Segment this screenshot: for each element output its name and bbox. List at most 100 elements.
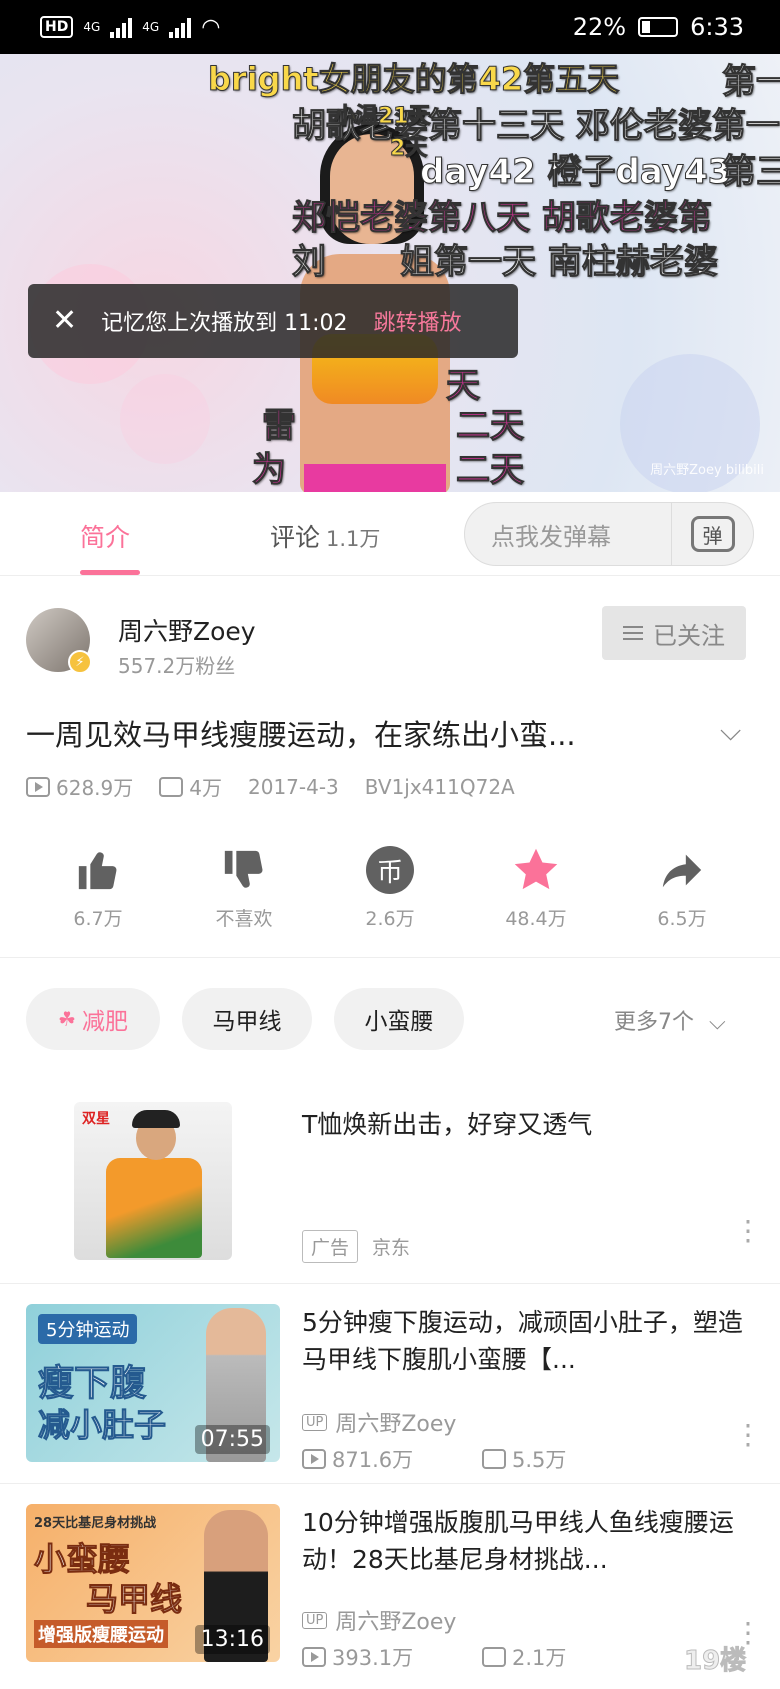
video-watermark: 周六野Zoey bilibili — [650, 463, 764, 478]
ad-thumbnail: 双星 — [74, 1102, 232, 1260]
cap-image — [132, 1110, 180, 1128]
danmaku-comment: 二天 — [456, 406, 525, 447]
video-title: 一周见效马甲线瘦腰运动，在家练出小蛮... — [26, 718, 576, 752]
tag-chip[interactable]: ☘ 减肥 — [26, 988, 160, 1050]
wifi-icon: ◠ — [201, 14, 221, 40]
follower-count: 557.2万粉丝 — [118, 654, 236, 678]
video-duration: 13:16 — [194, 1625, 270, 1654]
uploader-row: UP 周六野Zoey — [302, 1604, 456, 1636]
play-count-icon — [302, 1449, 326, 1469]
bv-id: BV1jx411Q72A — [364, 774, 515, 799]
comments-count: 1.1万 — [326, 527, 381, 551]
tab-comments[interactable]: 评论 1.1万 — [270, 518, 380, 554]
coin-button[interactable]: 币 2.6万 — [330, 842, 450, 931]
dislike-label: 不喜欢 — [215, 908, 273, 930]
view-count: 628.9万 — [56, 776, 134, 800]
uploader-row: UP 周六野Zoey — [302, 1406, 456, 1438]
tshirt-image — [106, 1158, 202, 1258]
view-count: 393.1万 — [332, 1646, 414, 1670]
thumbnail-text: 马甲线 — [85, 1580, 183, 1619]
related-video-item[interactable]: 5分钟运动 瘦下腹 减小肚子 07:55 5分钟瘦下腹运动，减顽固小肚子，塑造马… — [0, 1284, 780, 1484]
tag-label: 马甲线 — [212, 1009, 282, 1035]
video-title: 5分钟瘦下腹运动，减顽固小肚子，塑造马甲线下腹肌小蛮腰【... — [302, 1308, 743, 1374]
danmaku-count-icon — [482, 1647, 506, 1667]
coin-icon: 币 — [366, 846, 414, 894]
dislike-button[interactable]: 不喜欢 — [184, 842, 304, 931]
danmaku-comment: 第三 — [722, 152, 780, 193]
tab-bar: 简介 评论 1.1万 点我发弹幕 弹 — [0, 492, 780, 576]
star-icon — [476, 842, 596, 898]
view-count: 871.6万 — [332, 1448, 414, 1472]
danmaku-comment: day42 橙子day43 — [419, 152, 732, 193]
chevron-down-icon: ⌵ — [709, 1010, 726, 1035]
tag-row: ☘ 减肥 马甲线 小蛮腰 更多7个 ⌵ — [0, 988, 780, 1050]
follow-button[interactable]: 已关注 — [602, 606, 746, 660]
ad-label-row: 广告 京东 — [302, 1230, 410, 1263]
danmaku-settings-button[interactable]: 弹 — [671, 503, 753, 565]
more-tags-button[interactable]: 更多7个 ⌵ — [614, 1004, 726, 1036]
thumbs-up-icon — [38, 842, 158, 898]
tab-active-indicator — [80, 570, 140, 575]
thumbnail-text: 减小肚子 — [37, 1406, 167, 1445]
danmaku-input-placeholder: 点我发弹幕 — [491, 522, 611, 551]
author-name[interactable]: 周六野Zoey — [118, 612, 256, 648]
tag-label: 减肥 — [81, 1009, 128, 1035]
coin-count: 2.6万 — [365, 908, 415, 930]
danmaku-comment: 姐第一天 南柱赫老婆 — [400, 242, 719, 283]
stats-row: 393.1万 2.1万 — [302, 1642, 566, 1672]
video-duration: 07:55 — [194, 1425, 270, 1454]
thumbnail-text: 5分钟运动 — [38, 1314, 138, 1344]
danmaku-input[interactable]: 点我发弹幕 弹 — [464, 502, 754, 566]
lightning-badge-icon: ⚡ — [68, 650, 92, 674]
status-bar: HD 4G 4G ◠ 22% 6:33 — [0, 0, 780, 54]
danmaku-comment: 二天 — [456, 450, 525, 491]
more-tags-label: 更多7个 — [614, 1010, 694, 1035]
ad-badge: 广告 — [302, 1230, 359, 1263]
more-options-icon[interactable]: ⋮ — [734, 1217, 762, 1245]
video-title: 10分钟增强版腹肌马甲线人鱼线瘦腰运动！28天比基尼身材挑战... — [302, 1508, 734, 1574]
ad-item[interactable]: 双星 T恤焕新出击，好穿又透气 广告 京东 ⋮ — [0, 1090, 780, 1284]
danmaku-comment: 郑恺老婆第八天 胡歌老婆第 — [292, 198, 713, 239]
menu-icon — [623, 626, 643, 640]
close-icon[interactable]: ✕ — [52, 306, 77, 336]
background-bokeh — [120, 374, 210, 464]
follow-button-label: 已关注 — [653, 621, 725, 650]
network-type-label: 4G — [83, 20, 101, 34]
more-options-icon[interactable]: ⋮ — [734, 1421, 762, 1449]
favorite-button[interactable]: 48.4万 — [476, 842, 596, 931]
share-button[interactable]: 6.5万 — [622, 842, 742, 931]
danmaku-count-icon — [159, 776, 184, 797]
chevron-down-icon[interactable]: ⌵ — [720, 714, 741, 748]
tag-chip[interactable]: 马甲线 — [182, 988, 312, 1050]
tab-comments-label: 评论 — [270, 523, 321, 552]
play-count-icon — [302, 1647, 326, 1667]
danmaku-comment: 雷 — [262, 406, 297, 447]
danmaku-comment: 为 — [252, 450, 287, 491]
video-meta: 628.9万 4万 2017-4-3 BV1jx411Q72A — [26, 772, 541, 801]
signal-icon — [110, 16, 133, 38]
battery-percent: 22% — [572, 13, 627, 41]
tag-chip[interactable]: 小蛮腰 — [334, 988, 464, 1050]
network-type-label-2: 4G — [142, 20, 160, 34]
like-count: 6.7万 — [73, 908, 123, 930]
uploader-name: 周六野Zoey — [335, 1412, 457, 1437]
thumbnail-text: 增强版瘦腰运动 — [34, 1620, 168, 1648]
action-bar: 6.7万 不喜欢 币 2.6万 48.4万 6.5万 — [0, 842, 780, 958]
jump-to-position-button[interactable]: 跳转播放 — [374, 305, 462, 337]
stats-row: 871.6万 5.5万 — [302, 1444, 566, 1474]
more-options-icon[interactable]: ⋮ — [734, 1619, 762, 1647]
favorite-count: 48.4万 — [505, 908, 567, 930]
brand-logo-text: 双星 — [82, 1111, 110, 1127]
video-player[interactable]: bright女朋友的第42第五天 第一 胡歌老婆第十三天 邓伦老婆第一 小温21… — [0, 54, 780, 492]
tab-intro[interactable]: 简介 — [80, 518, 130, 554]
resume-message: 记忆您上次播放到 11:02 — [101, 311, 348, 336]
danmaku-comment: bright女朋友的第42第五天 — [207, 60, 620, 99]
danmaku-comment: 第一 — [722, 62, 780, 103]
related-video-item[interactable]: 28天比基尼身材挑战 小蛮腰 马甲线 增强版瘦腰运动 13:16 10分钟增强版… — [0, 1484, 780, 1689]
video-thumbnail: 28天比基尼身材挑战 小蛮腰 马甲线 增强版瘦腰运动 13:16 — [26, 1504, 280, 1662]
battery-icon — [638, 17, 679, 37]
danmaku-comment: 刘 — [292, 242, 327, 283]
danmaku-count: 2.1万 — [512, 1646, 567, 1670]
like-button[interactable]: 6.7万 — [38, 842, 158, 931]
danmaku-comment: 小温21天 — [334, 104, 432, 130]
